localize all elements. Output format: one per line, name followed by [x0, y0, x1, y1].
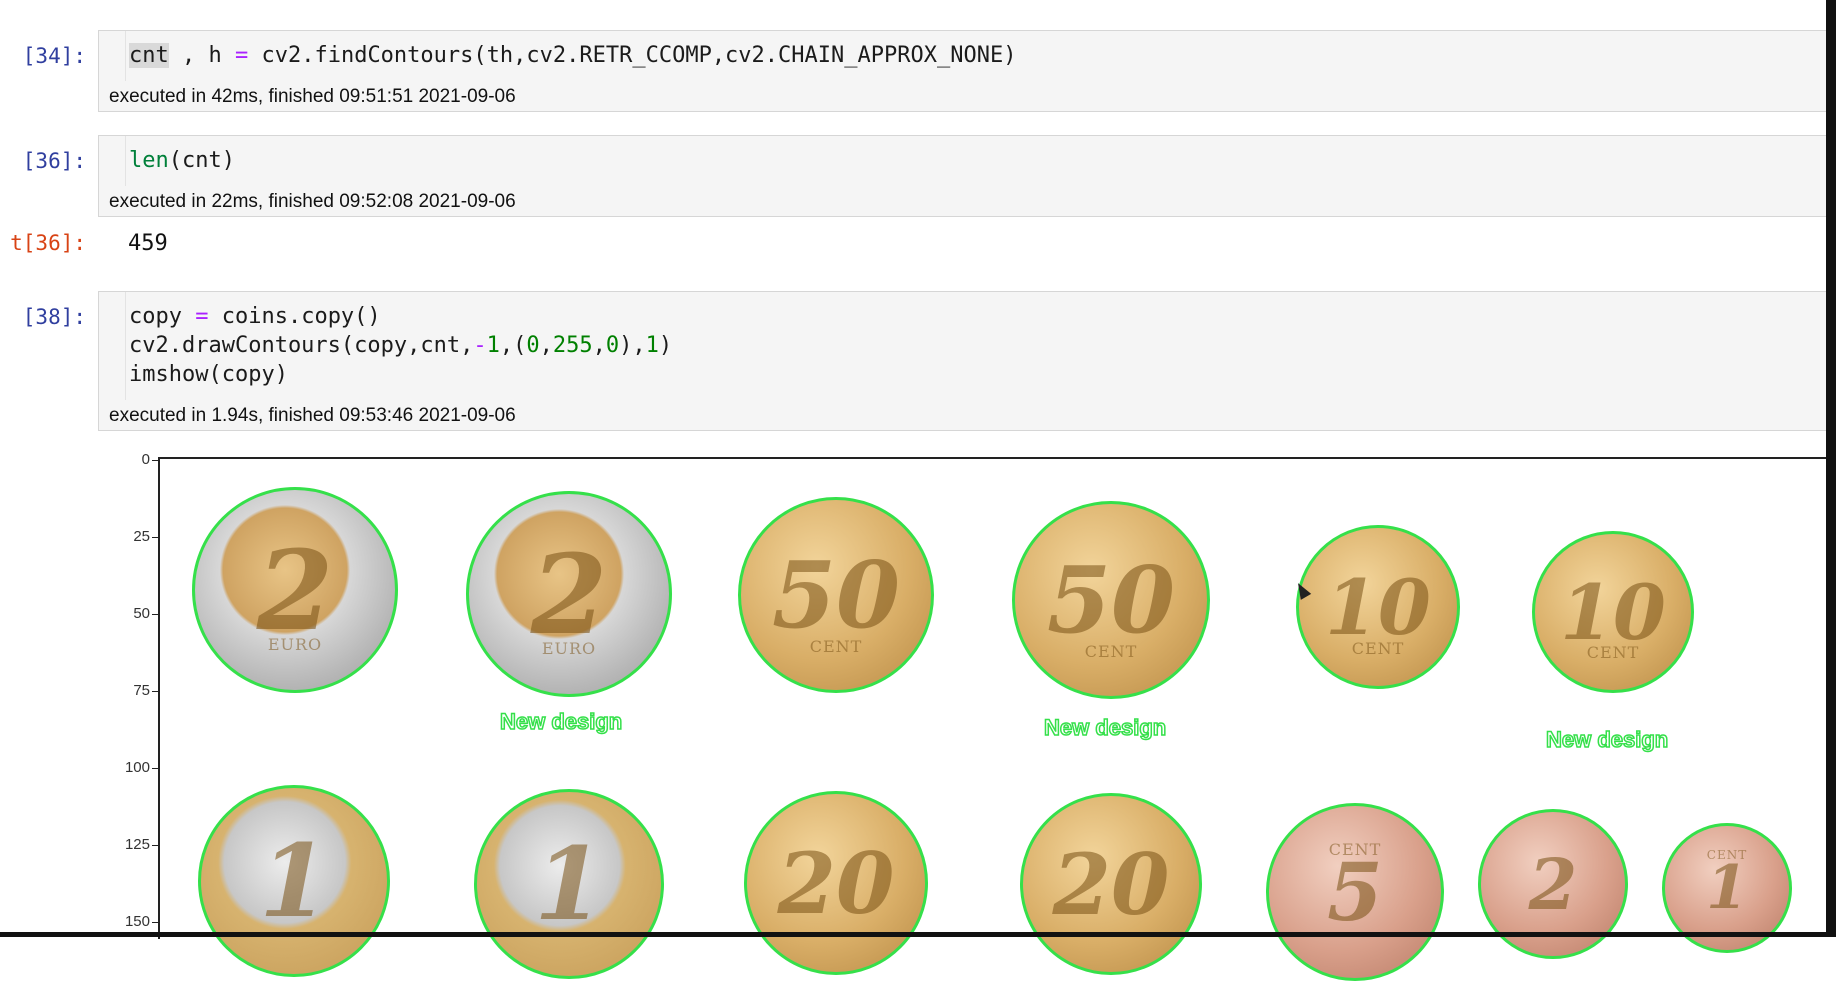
new-design-label: New design: [499, 708, 623, 735]
execution-info: executed in 22ms, finished 09:52:08 2021…: [98, 186, 1836, 217]
editor-gutter: [99, 292, 126, 400]
execution-text: executed in 22ms, finished 09:52:08 2021…: [109, 191, 516, 212]
code-editor[interactable]: copy = coins.copy() cv2.drawContours(cop…: [98, 291, 1836, 401]
coin-subtitle: CENT: [1351, 638, 1405, 658]
y-tick-label: 0: [141, 451, 150, 468]
y-tick-label: 125: [124, 836, 150, 853]
y-tick-label: 100: [124, 759, 150, 776]
window-edge: [1826, 0, 1836, 937]
code-editor[interactable]: cnt , h = cv2.findContours(th,cv2.RETR_C…: [98, 30, 1836, 82]
coin-2-euro: 2 EURO: [466, 491, 672, 697]
y-tick-label: 50: [133, 605, 150, 622]
execution-info: executed in 1.94s, finished 09:53:46 202…: [98, 400, 1836, 431]
new-design-label: New design: [1043, 714, 1167, 741]
coin-subtitle: CENT: [1328, 840, 1382, 860]
editor-gutter: [99, 136, 126, 186]
coin-subtitle: EURO: [267, 635, 323, 654]
coin-denomination: 50: [771, 541, 901, 649]
coin-denomination: 50: [1046, 546, 1176, 654]
coin-subtitle: CENT: [1586, 642, 1640, 662]
code-line: cv2.drawContours(copy,cnt,-1,(0,255,0),1…: [129, 333, 673, 358]
input-prompt: [34]:: [22, 44, 86, 68]
coin-subtitle: CENT: [809, 636, 863, 656]
input-prompt: [38]:: [22, 305, 86, 329]
code-editor[interactable]: len(cnt): [98, 135, 1836, 187]
execution-info: executed in 42ms, finished 09:51:51 2021…: [98, 81, 1836, 112]
coin-50-cent: 50 CENT: [738, 497, 934, 693]
coin-50-cent: 50 CENT: [1012, 501, 1210, 699]
execution-text: executed in 1.94s, finished 09:53:46 202…: [109, 405, 516, 426]
code-line: cnt , h = cv2.findContours(th,cv2.RETR_C…: [129, 43, 1017, 68]
y-tick-label: 25: [133, 528, 150, 545]
code-line: copy = coins.copy(): [129, 304, 381, 329]
execution-text: executed in 42ms, finished 09:51:51 2021…: [109, 86, 516, 107]
coin-20-cent: 20: [744, 791, 928, 975]
new-design-label: New design: [1545, 726, 1669, 753]
coin-2-euro: 2 EURO: [192, 487, 398, 693]
output-prompt: t[36]:: [10, 231, 86, 255]
coin-1-euro: 1: [474, 789, 664, 979]
y-tick-label: 75: [133, 682, 150, 699]
code-line: imshow(copy): [129, 362, 288, 387]
coin-denomination: 20: [777, 833, 895, 933]
coin-denomination: 1: [534, 825, 604, 943]
coin-20-cent: 20: [1020, 793, 1202, 975]
plot-area: 2 EURO 2 EURO 50 CENT 50 CENT 10 CENT 10…: [158, 457, 1836, 981]
coin-subtitle: EURO: [541, 639, 597, 658]
coin-subtitle: CENT: [1706, 848, 1748, 863]
coin-denomination: 2: [1528, 842, 1578, 926]
coin-subtitle: CENT: [1084, 642, 1138, 662]
output-value: 459: [128, 231, 168, 256]
y-tick-label: 150: [124, 913, 150, 930]
coin-10-cent: 10 CENT: [1296, 525, 1460, 689]
window-edge: [0, 932, 1836, 937]
coin-5-cent: 5 CENT: [1266, 803, 1444, 981]
coin-10-cent: 10 CENT: [1532, 531, 1694, 693]
coin-denomination: 1: [259, 822, 329, 940]
coin-denomination: 1: [1706, 853, 1748, 923]
coin-denomination: 20: [1052, 834, 1170, 934]
input-prompt: [36]:: [22, 149, 86, 173]
coin-1-euro: 1: [198, 785, 390, 977]
editor-gutter: [99, 31, 126, 81]
code-line: len(cnt): [129, 148, 235, 173]
